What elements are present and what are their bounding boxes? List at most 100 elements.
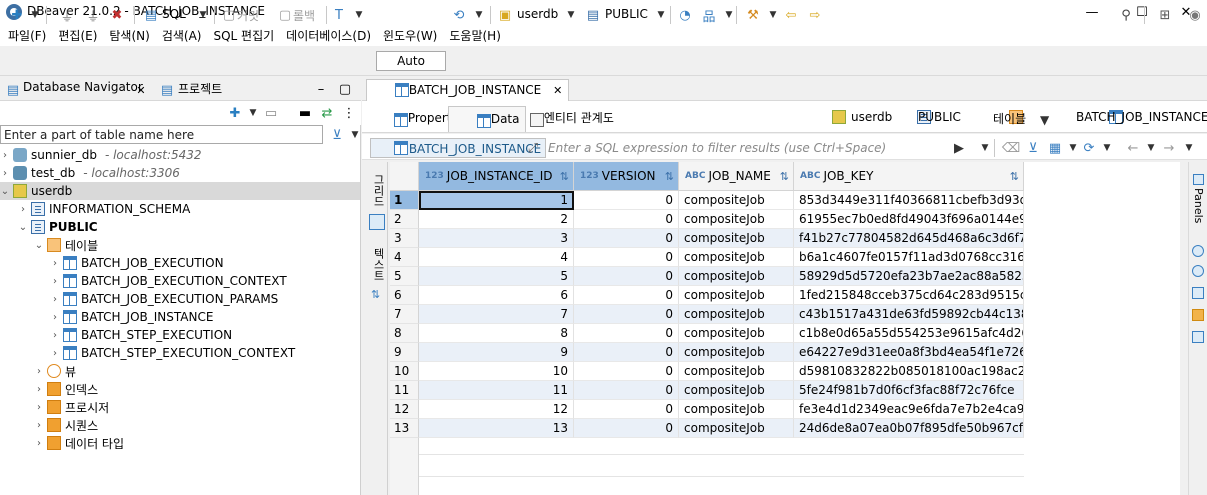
filter-history-dropdown-icon[interactable]: ▼ [976,139,994,157]
cell-job-key[interactable]: 24d6de8a07ea0b07f895dfe50b967cf1 [794,419,1024,438]
collapse-arrow-icon[interactable]: ⌄ [0,186,10,197]
expand-arrow-icon[interactable]: › [34,402,44,413]
rollback-icon[interactable]: ▢ [276,6,294,24]
tab-batch-job-instance[interactable]: BATCH_JOB_INSTANCE ✕ [366,79,570,101]
new-connection-icon[interactable]: ✚ [8,6,26,24]
expand-arrow-icon[interactable]: › [50,294,60,305]
text-view-toggle[interactable]: 텍스트 [370,248,386,281]
row-number[interactable]: 13 [390,419,419,438]
cell-job-instance-id[interactable]: 6 [419,286,574,305]
expand-arrow-icon[interactable]: › [34,420,44,431]
expand-arrow-icon[interactable]: › [0,168,10,179]
tree-item-indexes-folder[interactable]: › 인덱스 [0,380,360,398]
cell-job-instance-id[interactable]: 11 [419,381,574,400]
tree-item-table[interactable]: › BATCH_STEP_EXECUTION [0,326,360,344]
cell-job-name[interactable]: compositeJob [679,210,794,229]
cell-job-instance-id[interactable]: 7 [419,305,574,324]
tree-item-information-schema[interactable]: › INFORMATION_SCHEMA [0,200,360,218]
sort-icon[interactable]: ⇅ [780,170,789,183]
cell-job-key[interactable]: c43b1517a431de63fd59892cb44c1380 [794,305,1024,324]
refresh-icon[interactable]: ⟳ [1080,139,1098,157]
expand-filter-icon[interactable]: ⤢ [524,139,542,157]
row-number[interactable]: 8 [390,324,419,343]
tab-database-navigator[interactable]: Database Navigator [23,80,143,94]
transaction-mode-icon[interactable]: T [330,6,348,24]
close-tab-icon[interactable]: ✕ [132,81,150,99]
grid-layout-icon[interactable] [1192,287,1204,299]
table-row[interactable]: 6 6 0 compositeJob 1fed215848cceb375cd64c283… [390,286,1024,305]
collapse-arrow-icon[interactable]: ⌄ [18,222,28,233]
save-filter-icon[interactable]: ▦ [1046,139,1064,157]
tree-item-userdb[interactable]: ⌄ userdb [0,182,360,200]
cell-job-name[interactable]: compositeJob [679,286,794,305]
column-header-job-instance-id[interactable]: 123 JOB_INSTANCE_ID ⇅ [419,162,574,191]
column-header-job-name[interactable]: ABC JOB_NAME ⇅ [679,162,794,191]
table-row[interactable]: 3 3 0 compositeJob f41b27c77804582d645d468a6… [390,229,1024,248]
cell-version[interactable]: 0 [574,248,679,267]
cell-version[interactable]: 0 [574,267,679,286]
cell-job-instance-id[interactable]: 9 [419,343,574,362]
table-row[interactable]: 12 12 0 compositeJob fe3e4d1d2349eac9e6fda7e… [390,400,1024,419]
menu-edit[interactable]: 편집(E) [52,27,103,44]
tab-project[interactable]: 프로젝트 [178,80,222,97]
open-perspective-icon[interactable]: ⊞ [1156,6,1174,24]
tree-item-sequences-folder[interactable]: › 시퀀스 [0,416,360,434]
dbeaver-perspective-icon[interactable]: ◉ [1186,6,1204,24]
connect-icon[interactable]: ⏚ [58,6,76,25]
cell-job-key[interactable]: 5fe24f981b7d0f6cf3fac88f72c76fce [794,381,1024,400]
datasource-dropdown-icon[interactable]: ▼ [562,6,580,24]
cell-version[interactable]: 0 [574,400,679,419]
active-schema[interactable]: PUBLIC [605,7,648,21]
cell-job-name[interactable]: compositeJob [679,267,794,286]
cell-job-name[interactable]: compositeJob [679,419,794,438]
tree-item-table[interactable]: › BATCH_JOB_EXECUTION [0,254,360,272]
tree-item-test-db[interactable]: › test_db - localhost:3306 [0,164,360,182]
cell-version[interactable]: 0 [574,305,679,324]
column-header-job-key[interactable]: ABC JOB_KEY ⇅ [794,162,1024,191]
tab-er-diagram[interactable]: 엔티티 관계도 [502,106,620,132]
back-dropdown-icon[interactable]: ▼ [1142,139,1160,157]
table-row[interactable]: 7 7 0 compositeJob c43b1517a431de63fd59892cb… [390,305,1024,324]
expand-arrow-icon[interactable]: › [50,258,60,269]
cell-version[interactable]: 0 [574,229,679,248]
sort-icon[interactable]: ⇅ [560,170,569,183]
cell-job-name[interactable]: compositeJob [679,343,794,362]
cell-job-key[interactable]: 853d3449e311f40366811cbefb3d93d7 [794,191,1024,210]
column-header-version[interactable]: 123 VERSION ⇅ [574,162,679,191]
row-number[interactable]: 4 [390,248,419,267]
context-datasource[interactable]: userdb [851,110,892,124]
cell-job-instance-id[interactable]: 4 [419,248,574,267]
sql-editor-icon[interactable]: ▤ [142,6,160,24]
cell-job-name[interactable]: compositeJob [679,381,794,400]
new-connection-dropdown-icon[interactable]: ▼ [26,6,44,24]
cell-job-instance-id[interactable]: 2 [419,210,574,229]
context-schema[interactable]: PUBLIC [918,110,961,124]
expand-arrow-icon[interactable]: › [50,312,60,323]
cell-version[interactable]: 0 [574,210,679,229]
cell-version[interactable]: 0 [574,324,679,343]
cell-version[interactable]: 0 [574,343,679,362]
cell-job-instance-id[interactable]: 3 [419,229,574,248]
new-dropdown-icon[interactable]: ▼ [244,104,262,122]
cell-job-name[interactable]: compositeJob [679,248,794,267]
forward-icon[interactable]: ⇨ [806,6,824,24]
sql-filter-input[interactable] [546,139,942,157]
row-number[interactable]: 11 [390,381,419,400]
row-number[interactable]: 6 [390,286,419,305]
menu-database[interactable]: 데이터베이스(D) [280,27,377,44]
table-row[interactable]: 11 11 0 compositeJob 5fe24f981b7d0f6cf3fac88… [390,381,1024,400]
disconnect-icon[interactable]: ⏚ [84,6,102,25]
cell-version[interactable]: 0 [574,362,679,381]
forward-dropdown-icon[interactable]: ▼ [1180,139,1198,157]
network-icon[interactable]: 品 [700,6,718,25]
cell-job-instance-id[interactable]: 13 [419,419,574,438]
cell-job-key[interactable]: 61955ec7b0ed8fd49043f696a0144e91 [794,210,1024,229]
menu-help[interactable]: 도움말(H) [443,27,507,44]
table-row[interactable]: 8 8 0 compositeJob c1b8e0d65a55d554253e9615a… [390,324,1024,343]
filter-settings-icon[interactable]: ⊻ [1024,139,1042,157]
row-number[interactable]: 12 [390,400,419,419]
cell-version[interactable]: 0 [574,419,679,438]
refresh-dropdown-icon[interactable]: ▼ [1098,139,1116,157]
tree-item-public[interactable]: ⌄ PUBLIC [0,218,360,236]
back-icon[interactable]: ⇦ [782,6,800,24]
